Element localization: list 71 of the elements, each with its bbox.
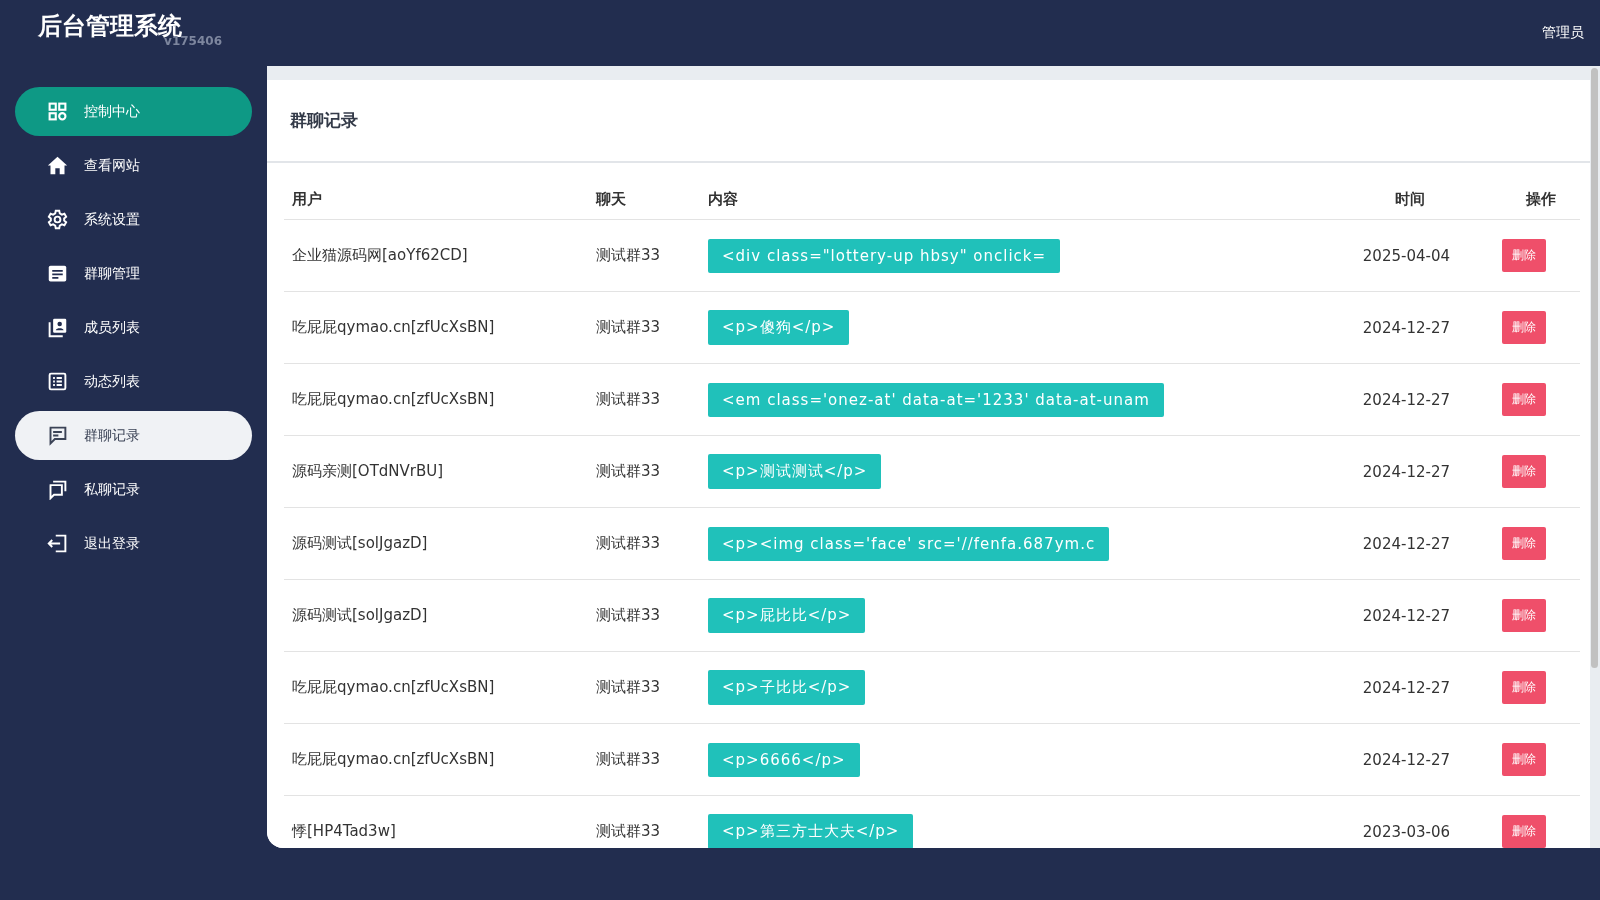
settings-icon [47,209,68,230]
table-cell-text: 源码测试[solJgazD] [291,606,429,625]
message-content-tag: <p>傻狗</p> [708,310,850,345]
table-cell-text: 悸[HP4Tad3w] [291,822,397,841]
table-cell-text: 2024-12-27 [1361,678,1451,697]
table-cell-text: 测试群33 [595,318,662,337]
list-icon [47,371,68,392]
message-content-tag: <p>第三方士大夫</p> [708,814,914,848]
delete-button[interactable]: 删除 [1502,815,1546,848]
delete-button[interactable]: 删除 [1502,671,1546,704]
column-header: 用户 [291,189,323,209]
table-cell-text: 企业猫源码网[aoYf62CD] [291,246,469,265]
sidebar-item[interactable]: 查看网站 [15,141,252,190]
table-cell-text: 2025-04-04 [1361,246,1451,265]
table-cell-text: 测试群33 [595,390,662,409]
table-cell-text: 测试群33 [595,534,662,553]
table-cell-text: 测试群33 [595,246,662,265]
sidebar-item[interactable]: 退出登录 [15,519,252,568]
table-cell-text: 吃屁屁qymao.cn[zfUcXsBN] [291,318,496,337]
table-cell-text: 吃屁屁qymao.cn[zfUcXsBN] [291,750,496,769]
table-cell-text: 吃屁屁qymao.cn[zfUcXsBN] [291,678,496,697]
message-content-tag: <p>测试测试</p> [708,454,882,489]
chat-bubbles-icon [47,479,68,500]
table-cell-text: 测试群33 [595,750,662,769]
table-cell-text: 测试群33 [595,606,662,625]
delete-button[interactable]: 删除 [1502,743,1546,776]
contact-card-icon [47,317,68,338]
document-icon [47,263,68,284]
message-content-tag: <p><img class='face' src='//fenfa.687ym.c [708,526,1110,561]
table-cell-text: 测试群33 [595,462,662,481]
user-menu[interactable]: 管理员 [1542,24,1584,42]
message-content-tag: <em class='onez-at' data-at='1233' data-at-unam [708,382,1164,417]
grid-icon [47,101,68,122]
sidebar-item[interactable]: 私聊记录 [15,465,252,514]
delete-button[interactable]: 删除 [1502,527,1546,560]
column-header: 操作 [1525,189,1557,209]
sidebar-item[interactable]: 成员列表 [15,303,252,352]
table-cell-text: 2024-12-27 [1361,462,1451,481]
scrollbar[interactable] [1591,68,1598,668]
table-cell-text: 源码测试[solJgazD] [291,534,429,553]
table-cell-text: 测试群33 [595,678,662,697]
sidebar-item[interactable]: 群聊记录 [15,411,252,460]
page-title: 群聊记录 [267,80,1590,163]
message-content-tag: <p>屁比比</p> [708,598,866,633]
message-content-tag: <p>子比比</p> [708,670,866,705]
delete-button[interactable]: 删除 [1502,383,1546,416]
table-cell-text: 2024-12-27 [1361,750,1451,769]
message-content-tag: <p>6666</p> [708,742,860,777]
table-cell-text: 2023-03-06 [1361,822,1451,841]
column-header: 聊天 [594,189,627,209]
logout-icon [47,533,68,554]
table-cell-text: 2024-12-27 [1361,534,1451,553]
table-cell-text: 吃屁屁qymao.cn[zfUcXsBN] [291,390,496,409]
delete-button[interactable]: 删除 [1502,599,1546,632]
delete-button[interactable]: 删除 [1502,455,1546,488]
sidebar-item[interactable]: 系统设置 [15,195,252,244]
home-icon [47,155,68,176]
chat-icon [47,425,68,446]
table-cell-text: 2024-12-27 [1361,606,1451,625]
table-cell-text: 源码亲测[OTdNVrBU] [291,462,445,481]
column-header: 内容 [707,189,739,209]
column-header: 时间 [1394,189,1426,209]
delete-button[interactable]: 删除 [1502,239,1546,272]
table-cell-text: 2024-12-27 [1361,390,1451,409]
delete-button[interactable]: 删除 [1502,311,1546,344]
sidebar-item[interactable]: 控制中心 [15,87,252,136]
sidebar-item[interactable]: 群聊管理 [15,249,252,298]
table-cell-text: 2024-12-27 [1361,318,1451,337]
message-content-tag: <div class="lottery-up hbsy" onclick= [708,238,1061,273]
sidebar-item[interactable]: 动态列表 [15,357,252,406]
table-cell-text: 测试群33 [595,822,662,841]
